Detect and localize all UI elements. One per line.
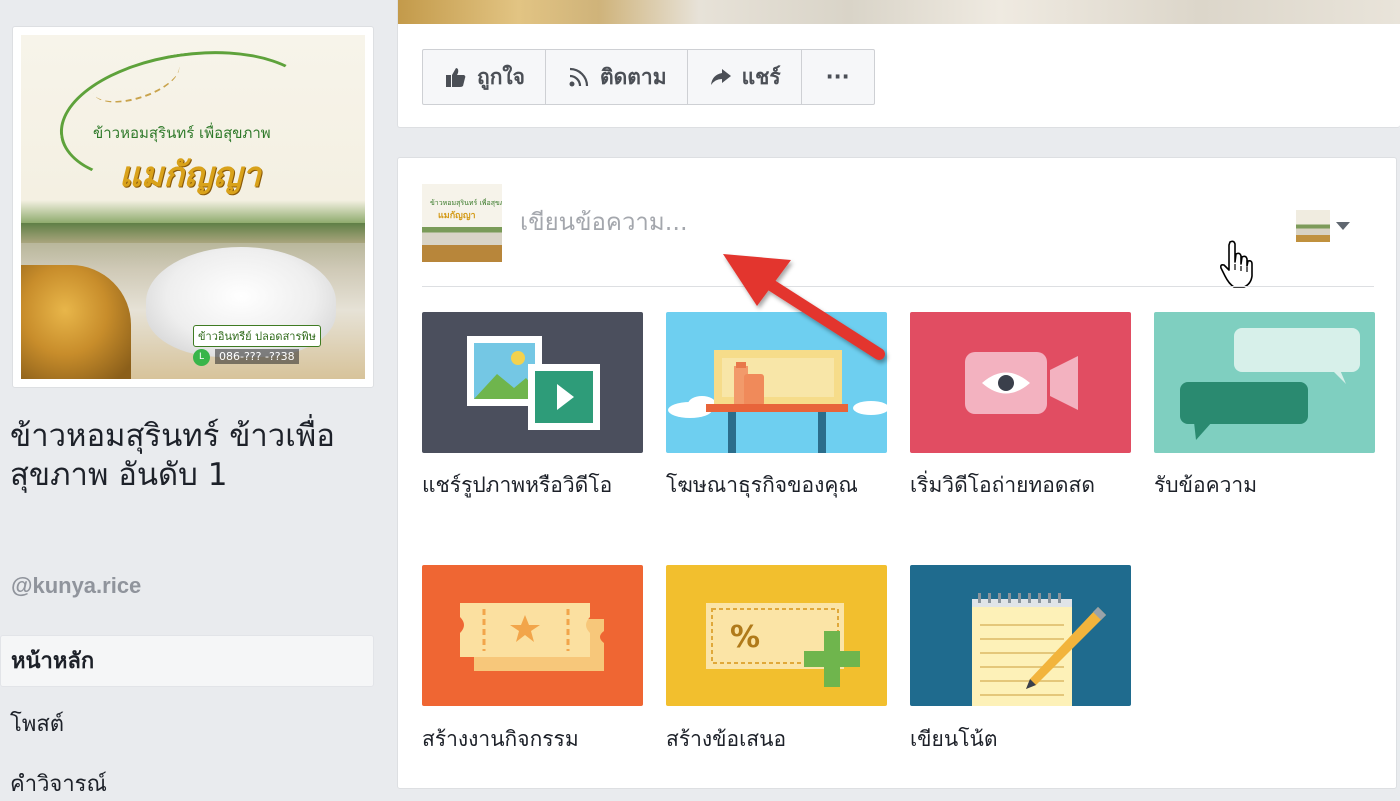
composer-divider (422, 286, 1374, 287)
svg-text:%: % (730, 620, 760, 655)
avatar-brand-main: แมกัญญา (438, 211, 476, 221)
post-as-avatar (1296, 210, 1330, 242)
event-ticket-icon (460, 603, 604, 671)
nav-item-reviews[interactable]: คำวิจารณ์ (0, 759, 374, 801)
share-button[interactable]: แชร์ (686, 49, 802, 105)
more-options-label: ··· (825, 65, 850, 89)
logo-brand-top: ข้าวหอมสุรินทร์ เพื่อสุขภาพ (93, 124, 271, 142)
annotation-arrow-icon (723, 254, 885, 360)
cover-photo[interactable] (398, 0, 1400, 24)
option-create-event[interactable] (422, 565, 643, 706)
page-actions-card: ถูกใจ ติดตาม แชร์ ··· (397, 0, 1400, 128)
profile-picture[interactable]: ข้าวหอมสุรินทร์ เพื่อสุขภาพ แมกัญญา ข้าว… (21, 35, 365, 379)
option-live-video-label: เริ่มวิดีโอถ่ายทอดสด (910, 473, 1095, 497)
composer-page-avatar: ข้าวหอมสุรินทร์ เพื่อสุขภาพ แมกัญญา (422, 184, 502, 262)
photo-video-icon (467, 336, 600, 430)
like-button-label: ถูกใจ (477, 64, 525, 89)
share-arrow-icon (710, 67, 732, 87)
logo-brand-main: แมกัญญา (119, 155, 261, 195)
page-action-buttons: ถูกใจ ติดตาม แชร์ ··· (422, 49, 875, 105)
follow-button-label: ติดตาม (600, 64, 667, 89)
option-create-offer-label: สร้างข้อเสนอ (666, 727, 787, 751)
offer-coupon-icon: % (706, 603, 860, 687)
note-icon (972, 593, 1106, 706)
rice-grain-hand (21, 265, 131, 379)
profile-picture-card[interactable]: ข้าวหอมสุรินทร์ เพื่อสุขภาพ แมกัญญา ข้าว… (12, 26, 374, 388)
post-composer: ข้าวหอมสุรินทร์ เพื่อสุขภาพ แมกัญญา แชร์… (397, 157, 1397, 789)
option-live-video[interactable] (910, 312, 1131, 453)
thumbs-up-icon (445, 66, 467, 88)
option-messages-label: รับข้อความ (1154, 473, 1258, 497)
like-button[interactable]: ถูกใจ (422, 49, 546, 105)
page-username[interactable]: @kunya.rice (11, 573, 141, 599)
nav-item-home[interactable]: หน้าหลัก (0, 635, 374, 687)
chevron-down-icon (1336, 222, 1350, 230)
option-write-note[interactable] (910, 565, 1131, 706)
live-video-icon (965, 352, 1078, 414)
share-button-label: แชร์ (741, 64, 781, 89)
more-options-button[interactable]: ··· (800, 49, 875, 105)
option-advertise-label: โฆษณาธุรกิจของคุณ (666, 473, 858, 497)
messages-icon (1180, 328, 1360, 440)
rice-field (21, 223, 365, 243)
page-title[interactable]: ข้าวหอมสุรินทร์ ข้าวเพื่อสุขภาพ อันดับ 1 (10, 417, 382, 495)
option-photo-video-label: แชร์รูปภาพหรือวิดีโอ (422, 473, 613, 497)
logo-phone: 086-??? -??38 (215, 349, 299, 364)
follow-button[interactable]: ติดตาม (545, 49, 688, 105)
option-messages[interactable] (1154, 312, 1375, 453)
write-post-input[interactable] (520, 202, 1220, 242)
logo-contact-strip: ข้าวอินทรีย์ ปลอดสารพิษ L 086-??? -??38 (193, 325, 365, 369)
option-write-note-label: เขียนโน้ต (910, 727, 998, 751)
option-photo-video[interactable] (422, 312, 643, 453)
post-as-selector[interactable] (1296, 210, 1350, 242)
nav-item-posts[interactable]: โพสต์ (0, 699, 374, 751)
option-create-event-label: สร้างงานกิจกรรม (422, 727, 579, 751)
logo-tagline: ข้าวอินทรีย์ ปลอดสารพิษ (193, 325, 321, 347)
line-app-icon: L (193, 349, 210, 366)
rss-follow-icon (568, 66, 590, 88)
option-create-offer[interactable]: % (666, 565, 887, 706)
